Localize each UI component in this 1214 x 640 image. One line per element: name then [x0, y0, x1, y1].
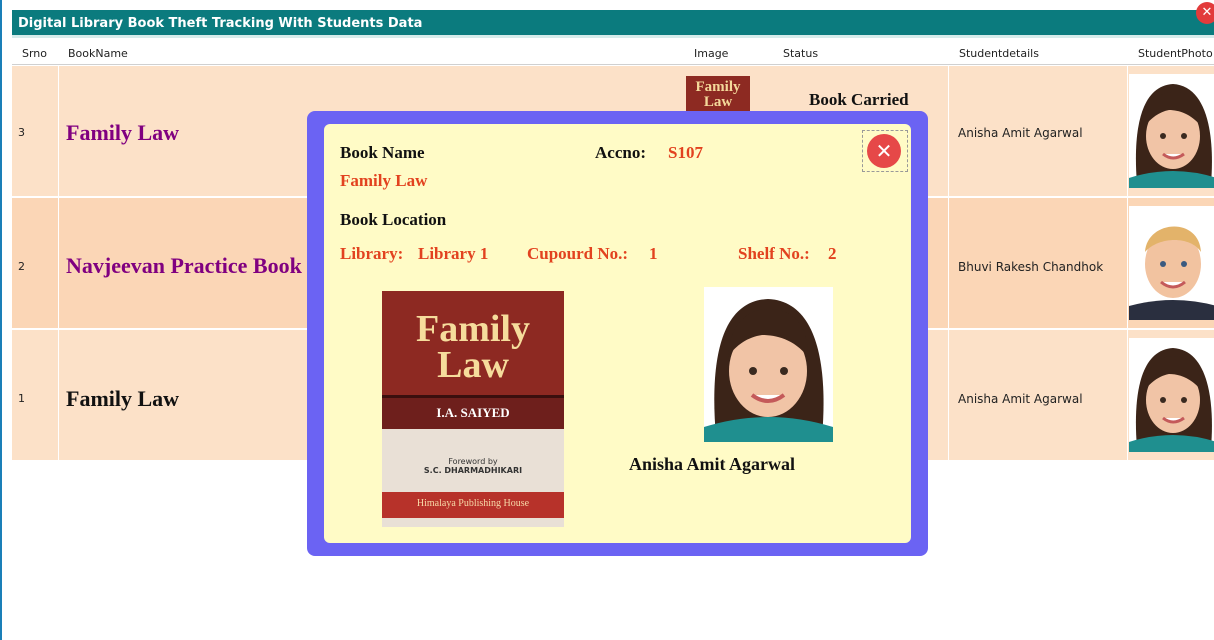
student-photo-thumb	[1129, 206, 1214, 320]
modal-close-frame: ✕	[862, 130, 908, 172]
shelf-value: 2	[828, 244, 837, 263]
student-photo-thumb	[1129, 74, 1214, 188]
column-divider	[948, 330, 949, 461]
column-divider	[1127, 66, 1128, 197]
student-photo-thumb	[1129, 338, 1214, 452]
library-value: Library 1	[418, 244, 489, 263]
col-image[interactable]: Image	[694, 47, 728, 60]
column-divider	[948, 198, 949, 329]
cell-studentdetails: Anisha Amit Agarwal	[958, 392, 1083, 406]
column-divider	[58, 198, 59, 329]
cell-studentdetails: Anisha Amit Agarwal	[958, 126, 1083, 140]
cell-srno: 1	[18, 392, 25, 405]
cover-author: I.A. SAIYED	[436, 405, 510, 420]
book-location-label: Book Location	[340, 210, 447, 229]
col-bookname[interactable]: BookName	[68, 47, 128, 60]
title-bar: Digital Library Book Theft Tracking With…	[12, 10, 1214, 38]
window-title: Digital Library Book Theft Tracking With…	[18, 16, 423, 31]
column-divider	[58, 66, 59, 197]
shelf-label: Shelf No.:	[738, 244, 810, 263]
modal-close-button[interactable]: ✕	[867, 134, 901, 168]
cell-studentdetails: Bhuvi Rakesh Chandhok	[958, 260, 1104, 274]
cell-bookname: Family Law	[66, 120, 180, 145]
student-photo	[704, 287, 833, 442]
column-divider	[58, 330, 59, 461]
cover-publisher: Himalaya Publishing House	[382, 492, 564, 518]
book-detail-modal: Book Name Accno: S107 Family Law Book Lo…	[307, 111, 928, 556]
cupboard-value: 1	[649, 244, 658, 263]
column-divider	[948, 66, 949, 197]
cover-title-line2: Law	[437, 344, 509, 386]
library-label: Library:	[340, 244, 404, 263]
book-name-value: Family Law	[340, 171, 428, 190]
modal-content: Book Name Accno: S107 Family Law Book Lo…	[324, 124, 911, 543]
cover-foreword: Foreword by S.C. DHARMADHIKARI	[382, 457, 564, 475]
cell-srno: 3	[18, 126, 25, 139]
cell-bookname: Navjeevan Practice Book	[66, 253, 302, 278]
cover-title-line1: Family	[416, 308, 530, 350]
col-studentdetails[interactable]: Studentdetails	[959, 47, 1039, 60]
app-window: Digital Library Book Theft Tracking With…	[0, 0, 1214, 640]
col-srno[interactable]: Srno	[22, 47, 47, 60]
column-divider	[1127, 198, 1128, 329]
cell-bookname: Family Law	[66, 386, 180, 411]
cover-title: Family Law	[382, 308, 564, 386]
book-name-label: Book Name	[340, 143, 425, 162]
cover-foreword-label: Foreword by	[448, 457, 498, 466]
col-studentphoto[interactable]: StudentPhoto	[1138, 47, 1213, 60]
cover-foreword-name: S.C. DHARMADHIKARI	[423, 466, 523, 475]
accno-value: S107	[668, 143, 703, 162]
cell-srno: 2	[18, 260, 25, 273]
cupboard-label: Cupourd No.:	[527, 244, 629, 263]
book-cover-image: Family Law I.A. SAIYED Foreword by S.C. …	[382, 291, 564, 527]
student-name: Anisha Amit Agarwal	[629, 454, 796, 474]
cell-status: Book Carried	[809, 90, 909, 109]
col-status[interactable]: Status	[783, 47, 818, 60]
table-header: Srno BookName Image Status Studentdetail…	[12, 41, 1214, 65]
window-close-button[interactable]: ✕	[1196, 2, 1214, 24]
accno-label: Accno:	[595, 143, 646, 162]
column-divider	[1127, 330, 1128, 461]
